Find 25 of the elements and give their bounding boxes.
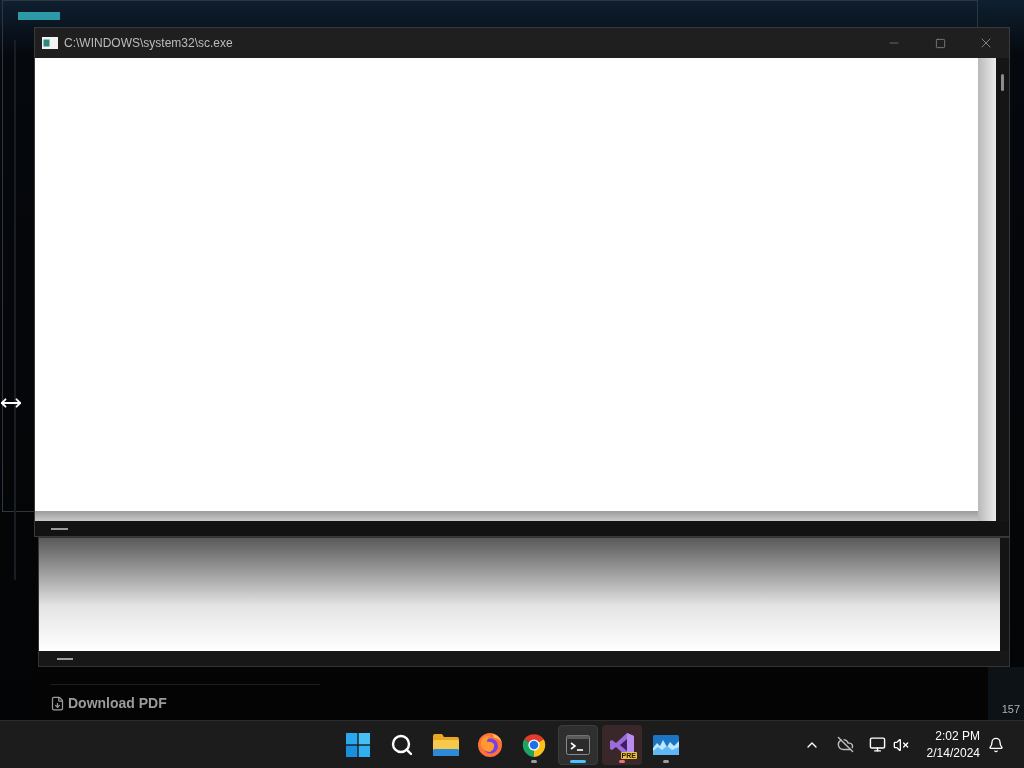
- wave-tile-icon: [653, 734, 679, 755]
- dash-icon: [57, 657, 73, 660]
- segmented-circle-icon: [522, 732, 546, 757]
- clock-time: 2:02 PM: [935, 727, 980, 745]
- window-title: C:\WINDOWS\system32\sc.exe: [64, 35, 233, 52]
- dash-icon: [51, 527, 68, 530]
- document-download-icon: [50, 696, 65, 711]
- side-number: 157: [1001, 704, 1020, 715]
- monitor-icon: [868, 736, 886, 753]
- clock-button[interactable]: 2:02 PM 2/14/2024: [918, 724, 980, 765]
- search-icon: [390, 732, 414, 757]
- speaker-muted-icon: [893, 736, 909, 753]
- cloud-off-icon: [836, 736, 854, 753]
- terminal-icon: [566, 734, 590, 755]
- download-pdf-link[interactable]: Download PDF: [50, 693, 167, 714]
- maximize-icon: [934, 37, 946, 49]
- bell-icon: [988, 736, 1004, 753]
- folder-icon: [433, 733, 459, 756]
- clock-date: 2/14/2024: [926, 744, 980, 762]
- accent-bar: [18, 12, 60, 20]
- taskbar-app-button[interactable]: [558, 724, 598, 765]
- swirl-globe-icon: [478, 732, 502, 757]
- four-tiles-icon: [346, 732, 370, 757]
- scrollbar-thumb[interactable]: [1001, 74, 1004, 91]
- console-app-icon: [42, 37, 58, 49]
